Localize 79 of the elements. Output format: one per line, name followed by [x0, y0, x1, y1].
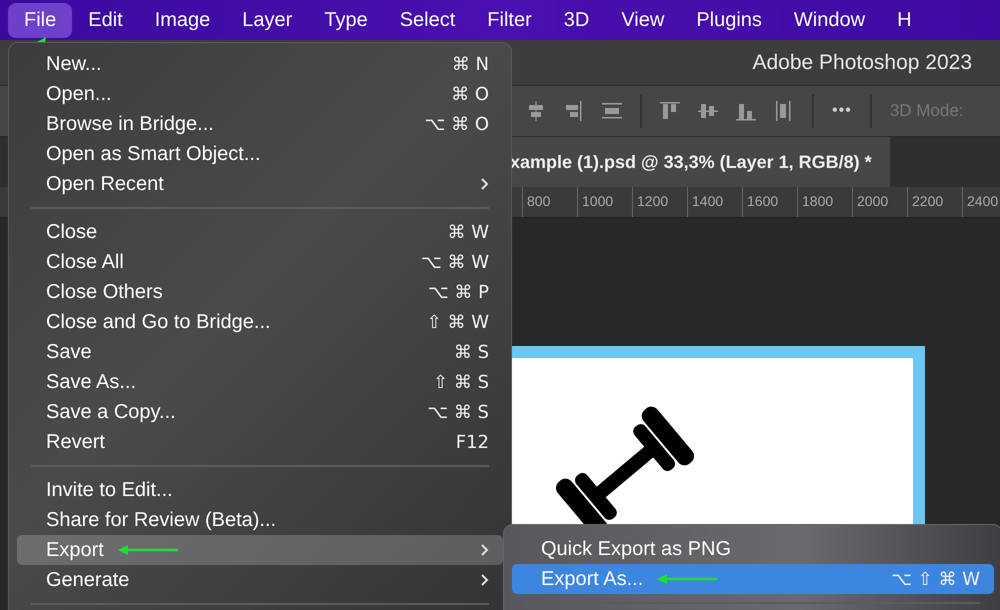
menu-item[interactable]: Generate — [17, 565, 503, 595]
menu-item-label: Open as Smart Object... — [46, 142, 261, 166]
more-button[interactable]: ••• — [832, 102, 852, 120]
menu-item[interactable]: Revert F12 — [17, 427, 503, 457]
shortcut-text: ⌥ ⌘ S — [427, 402, 489, 422]
menu-item[interactable]: Save As... ⇧ ⌘ S — [17, 367, 503, 397]
menu-item[interactable]: Close All ⌥ ⌘ W — [17, 247, 503, 277]
menu-title[interactable]: Filter — [471, 2, 548, 38]
menu-item-label: Share for Review (Beta)... — [46, 508, 276, 532]
align-icon[interactable] — [698, 101, 718, 121]
align-icon[interactable] — [660, 101, 680, 121]
menu-item[interactable]: Close and Go to Bridge... ⇧ ⌘ W — [17, 307, 503, 337]
shortcut-text: ⇧ ⌘ W — [426, 312, 489, 332]
menu-item[interactable]: Quick Export as PNG — [512, 534, 994, 564]
ruler-label: 1400 — [687, 187, 742, 217]
menu-item[interactable]: Browse in Bridge... ⌥ ⌘ O — [17, 109, 503, 139]
menu-item[interactable]: New... ⌘ N — [17, 49, 503, 79]
menu-title[interactable]: Layer — [226, 2, 308, 38]
menu-title[interactable]: File — [8, 2, 72, 38]
shortcut-text: ⌘ N — [452, 54, 489, 74]
menu-item-label: Close Others — [46, 280, 163, 304]
shortcut-text: ⌘ S — [454, 342, 489, 362]
menu-title[interactable]: Edit — [72, 2, 139, 38]
menu-item[interactable]: Save ⌘ S — [17, 337, 503, 367]
align-icon[interactable] — [736, 101, 756, 121]
menu-item-label: Close — [46, 220, 98, 244]
menu-item-label: Invite to Edit... — [46, 478, 173, 502]
menu-title[interactable]: 3D — [548, 2, 606, 38]
shortcut-text: ⌘ O — [451, 84, 489, 104]
menu-item[interactable]: Save a Copy... ⌥ ⌘ S — [17, 397, 503, 427]
menu-title[interactable]: Type — [308, 2, 384, 38]
menu-item-label: New... — [46, 52, 102, 76]
menu-item-label: Revert — [46, 430, 105, 454]
ruler-label: 1000 — [577, 187, 632, 217]
menu-item-label: Close and Go to Bridge... — [46, 310, 271, 334]
menu-item-label: Save a Copy... — [46, 400, 176, 424]
menu-item-label: Generate — [46, 568, 130, 592]
ruler-label: 2200 — [907, 187, 962, 217]
shortcut-text: ⌥ ⌘ W — [421, 252, 489, 272]
shortcut-text: F12 — [456, 432, 489, 452]
menu-item-label: Open... — [46, 82, 112, 106]
menu-item-label: Open Recent — [46, 172, 164, 196]
ruler-label: 1200 — [632, 187, 687, 217]
menu-title[interactable]: Window — [778, 2, 882, 38]
menu-item[interactable]: Export As... ⌥ ⇧ ⌘ W — [512, 564, 994, 594]
app-title: Adobe Photoshop 2023 — [752, 50, 972, 74]
align-icon[interactable] — [602, 101, 622, 121]
align-icon[interactable] — [526, 101, 546, 121]
ruler-label: 1800 — [797, 187, 852, 217]
menu-item-label: Save — [46, 340, 92, 364]
menu-item-label: Export As... — [541, 568, 644, 590]
menu-item-label: Export — [46, 538, 104, 562]
menu-item[interactable]: Invite to Edit... — [17, 475, 503, 505]
menu-item-label: Quick Export as PNG — [541, 538, 732, 560]
shortcut-text: ⌘ W — [447, 222, 489, 242]
menu-item[interactable]: Open Recent — [17, 169, 503, 199]
menu-item-label: Save As... — [46, 370, 136, 394]
menu-title[interactable]: Image — [138, 2, 226, 38]
menu-item-label: Browse in Bridge... — [46, 112, 214, 136]
menu-item[interactable]: Close ⌘ W — [17, 217, 503, 247]
shortcut-text: ⌥ ⇧ ⌘ W — [891, 568, 980, 590]
menu-item[interactable]: Close Others ⌥ ⌘ P — [17, 277, 503, 307]
menu-title[interactable]: H — [881, 2, 928, 38]
menu-item[interactable]: Open as Smart Object... — [17, 139, 503, 169]
ruler-label: 800 — [522, 187, 577, 217]
menu-title[interactable]: View — [605, 2, 680, 38]
ruler-label: 2400 — [962, 187, 1000, 217]
shortcut-text: ⌥ ⌘ P — [428, 282, 489, 302]
shortcut-text: ⌥ ⌘ O — [424, 114, 489, 134]
menu-title[interactable]: Plugins — [680, 2, 778, 38]
menu-title[interactable]: Select — [384, 2, 472, 38]
align-icon[interactable] — [564, 101, 584, 121]
ruler-label: 1600 — [742, 187, 797, 217]
menu-item[interactable]: Share for Review (Beta)... — [17, 505, 503, 535]
menu-item-label: Close All — [46, 250, 124, 274]
menu-item[interactable]: Export — [17, 535, 503, 565]
shortcut-text: ⇧ ⌘ S — [433, 372, 489, 392]
ruler-label: 2000 — [852, 187, 907, 217]
menu-item[interactable]: Open... ⌘ O — [17, 79, 503, 109]
